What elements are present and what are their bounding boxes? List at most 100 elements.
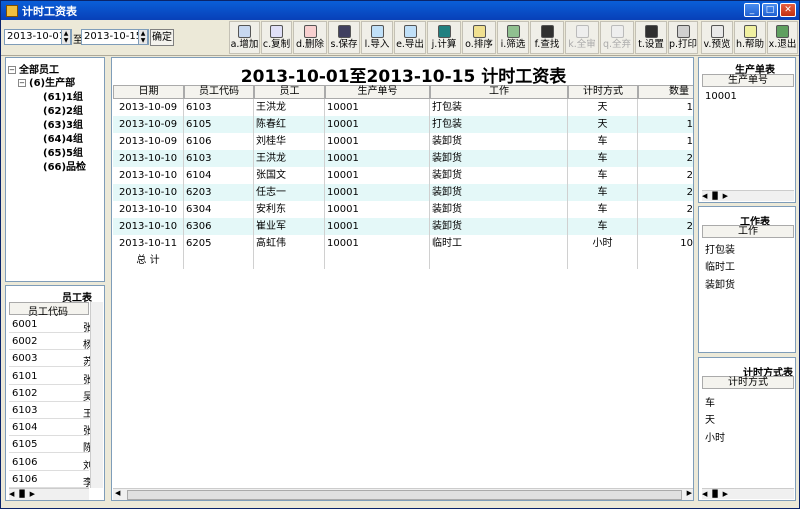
table-row[interactable]: 2013-10-10 6306 崔业军 10001 装卸货车 2	[113, 218, 693, 235]
employee-code: 6003	[12, 353, 38, 365]
order-item[interactable]: 10001	[705, 91, 737, 102]
cell-job: 装卸货	[430, 133, 568, 150]
job-item[interactable]: 临时工	[705, 258, 735, 273]
approve-icon	[575, 25, 589, 38]
job-panel: 工作表 工作 打包装 临时工 装卸货	[698, 206, 796, 353]
calculate-button[interactable]: j.计算	[427, 21, 461, 54]
mode-column-header[interactable]: 计时方式	[702, 376, 794, 389]
table-row[interactable]: 2013-10-10 6203 任志一 10001 装卸货车 2	[113, 184, 693, 201]
minimize-button[interactable]: _	[744, 3, 760, 17]
job-column-header[interactable]: 工作	[702, 225, 794, 238]
help-button[interactable]: h.帮助	[734, 21, 766, 54]
close-button[interactable]: ✕	[780, 3, 796, 17]
import-icon	[370, 25, 384, 38]
scroll-right-icon[interactable]: ▶	[687, 489, 692, 497]
date-from-spinner[interactable]: ▲ ▼	[61, 29, 71, 45]
table-row[interactable]: 2013-10-09 6105 陈春红 10001 打包装天 1	[113, 116, 693, 133]
grid-hscrollbar[interactable]: ◀ ▶	[113, 488, 693, 500]
salary-grid-panel: 2013-10-01至2013-10-15 计时工资表 日期 员工代码 员工 生…	[111, 57, 694, 501]
collapse-icon[interactable]: −	[18, 79, 26, 87]
cell-job: 装卸货	[430, 167, 568, 184]
table-row[interactable]: 2013-10-10 6103 王洪龙 10001 装卸货车 2	[113, 150, 693, 167]
cell-name: 崔业军	[254, 218, 325, 235]
employee-row[interactable]: 6002 杨	[9, 333, 93, 351]
settings-button[interactable]: t.设置	[635, 21, 667, 54]
add-button[interactable]: a.增加	[229, 21, 260, 54]
delete-button[interactable]: d.删除	[293, 21, 327, 54]
employee-row[interactable]: 6001 张	[9, 316, 93, 334]
cell-job: 装卸货	[430, 150, 568, 167]
save-button[interactable]: s.保存	[328, 21, 360, 54]
scroll-thumb[interactable]	[127, 490, 682, 500]
tree-group[interactable]: (65)5组	[43, 144, 83, 159]
confirm-button[interactable]: 确定	[150, 29, 174, 46]
table-row[interactable]: 2013-10-10 6104 张国文 10001 装卸货车 2	[113, 167, 693, 184]
mode-item[interactable]: 天	[705, 411, 715, 426]
preview-button[interactable]: v.预览	[701, 21, 733, 54]
employee-row[interactable]: 6103 王	[9, 402, 93, 420]
employee-hscrollbar[interactable]: ◀ ▐▌ ▶	[9, 488, 89, 500]
table-row[interactable]: 2013-10-10 6304 安利东 10001 装卸货车 2	[113, 201, 693, 218]
copy-button[interactable]: c.复制	[261, 21, 292, 54]
scroll-left-icon[interactable]: ◀	[115, 489, 120, 497]
employee-row[interactable]: 6106 李	[9, 471, 93, 489]
cell-code: 6106	[184, 133, 254, 150]
filter-button[interactable]: i.筛选	[497, 21, 529, 54]
mode-item[interactable]: 车	[705, 394, 715, 409]
mode-hscrollbar[interactable]: ◀ ▐▌ ▶	[702, 488, 794, 499]
mode-item[interactable]: 小时	[705, 429, 725, 444]
tree-group[interactable]: (62)2组	[43, 102, 83, 117]
print-button[interactable]: p.打印	[668, 21, 698, 54]
col-header-mode[interactable]: 计时方式	[568, 85, 638, 99]
employee-vscrollbar[interactable]	[90, 302, 103, 488]
job-item[interactable]: 打包装	[705, 241, 735, 256]
cell-name: 王洪龙	[254, 150, 325, 167]
cell-mode: 车	[568, 150, 638, 167]
export-button[interactable]: e.导出	[394, 21, 426, 54]
cell-order: 10001	[325, 133, 430, 150]
job-item[interactable]: 装卸货	[705, 276, 735, 291]
order-column-header[interactable]: 生产单号	[702, 74, 794, 87]
sort-button[interactable]: o.排序	[462, 21, 496, 54]
employee-row[interactable]: 6101 张	[9, 368, 93, 386]
tree-group[interactable]: (61)1组	[43, 88, 83, 103]
collapse-icon[interactable]: −	[8, 66, 16, 74]
cell-job: 装卸货	[430, 184, 568, 201]
employee-row[interactable]: 6104 张	[9, 419, 93, 437]
tree-group[interactable]: (64)4组	[43, 130, 83, 145]
order-hscrollbar[interactable]: ◀ ▐▌ ▶	[702, 190, 794, 201]
cell-name: 安利东	[254, 201, 325, 218]
maximize-button[interactable]: □	[762, 3, 778, 17]
col-header-date[interactable]: 日期	[113, 85, 184, 99]
import-button[interactable]: l.导入	[361, 21, 393, 54]
discard-all-button[interactable]: q.全弃	[600, 21, 634, 54]
exit-button[interactable]: x.退出	[767, 21, 798, 54]
col-header-order[interactable]: 生产单号	[325, 85, 430, 99]
col-header-name[interactable]: 员工	[254, 85, 325, 99]
tree-dept[interactable]: − (6)生产部	[18, 74, 75, 89]
col-header-qty[interactable]: 数量	[638, 85, 693, 99]
employee-row[interactable]: 6105 陈	[9, 436, 93, 454]
printer-icon	[676, 25, 690, 38]
employee-column-header[interactable]: 员工代码	[9, 302, 89, 318]
table-row[interactable]: 2013-10-09 6106 刘桂华 10001 装卸货车 1	[113, 133, 693, 150]
discard-icon	[610, 25, 624, 38]
preview-icon	[710, 25, 724, 38]
cell-code: 6205	[184, 235, 254, 252]
approve-all-button[interactable]: k.全审	[565, 21, 599, 54]
cell-name: 陈春红	[254, 116, 325, 133]
tree-group[interactable]: (66)品检	[43, 158, 86, 173]
date-to-spinner[interactable]: ▲ ▼	[138, 29, 148, 45]
employee-row[interactable]: 6003 苏	[9, 350, 93, 368]
table-row[interactable]: 2013-10-09 6103 王洪龙 10001 打包装天 1	[113, 99, 693, 116]
table-row[interactable]: 2013-10-11 6205 高虹伟 10001 临时工 小时 10	[113, 235, 693, 252]
find-button[interactable]: f.查找	[530, 21, 564, 54]
employee-row[interactable]: 6106 刘	[9, 454, 93, 472]
employee-row[interactable]: 6102 吴	[9, 385, 93, 403]
col-header-code[interactable]: 员工代码	[184, 85, 254, 99]
cell-date: 2013-10-10	[113, 167, 184, 184]
col-header-job[interactable]: 工作	[430, 85, 568, 99]
gear-icon	[644, 25, 658, 38]
cell-mode: 车	[568, 133, 638, 150]
tree-group[interactable]: (63)3组	[43, 116, 83, 131]
